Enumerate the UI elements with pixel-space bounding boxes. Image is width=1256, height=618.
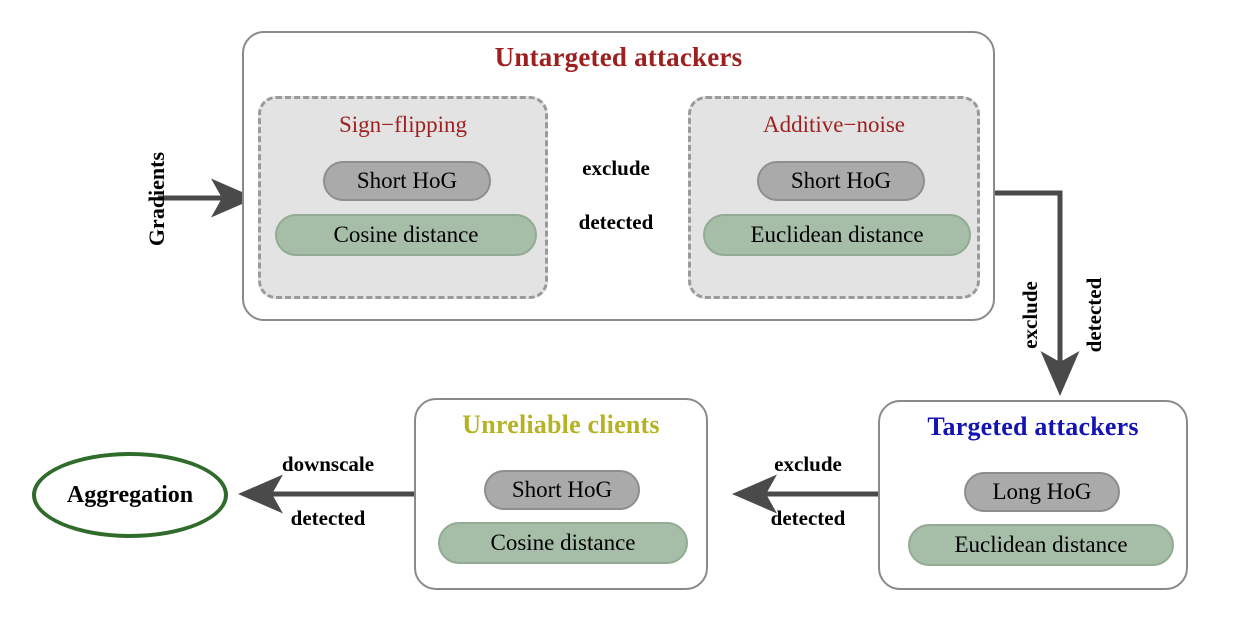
pill-label: Euclidean distance xyxy=(954,532,1128,557)
pill-euclidean-distance-targeted[interactable]: Euclidean distance xyxy=(908,524,1174,566)
subbox-additive-noise[interactable]: Additive−noise Short HoG Euclidean dista… xyxy=(688,96,980,299)
subbox-sign-flipping[interactable]: Sign−flipping Short HoG Cosine distance xyxy=(258,96,548,299)
pill-label: Short HoG xyxy=(356,168,458,193)
pill-label: Cosine distance xyxy=(333,222,479,247)
pill-label: Short HoG xyxy=(511,477,613,502)
arrow-label-exclude-3: exclude xyxy=(774,452,842,476)
arrow-label-exclude-2: exclude xyxy=(1018,281,1042,349)
arrow-label-downscale: downscale xyxy=(281,452,375,476)
group-unreliable-clients[interactable]: Unreliable clients Short HoG Cosine dist… xyxy=(414,398,708,590)
pill-label: Long HoG xyxy=(992,479,1092,504)
arrow-label-detected-2: detected xyxy=(1082,277,1106,353)
subbox-title-sign-flipping: Sign−flipping xyxy=(339,112,467,137)
diagram-canvas: Gradients Untargeted attackers Sign−flip… xyxy=(0,0,1256,618)
arrow-label-detected-4: detected xyxy=(290,506,366,530)
arrow-label-detected-1: detected xyxy=(578,210,654,234)
pill-cosine-distance-signflip[interactable]: Cosine distance xyxy=(275,214,537,256)
aggregation-label: Aggregation xyxy=(66,481,194,508)
arrow-label-exclude-1: exclude xyxy=(582,156,650,180)
pill-long-hog-targeted[interactable]: Long HoG xyxy=(964,472,1120,512)
group-title-untargeted: Untargeted attackers xyxy=(494,42,743,72)
pill-short-hog-signflip[interactable]: Short HoG xyxy=(323,161,491,201)
node-aggregation[interactable]: Aggregation xyxy=(32,452,228,538)
group-title-unreliable: Unreliable clients xyxy=(462,410,660,439)
pill-euclidean-distance-additive[interactable]: Euclidean distance xyxy=(703,214,971,256)
arrow-label-detected-3: detected xyxy=(770,506,846,530)
pill-short-hog-unreliable[interactable]: Short HoG xyxy=(484,470,640,510)
group-title-targeted: Targeted attackers xyxy=(927,412,1139,441)
pill-label: Cosine distance xyxy=(490,530,636,555)
input-label-gradients: Gradients xyxy=(144,151,169,247)
pill-cosine-distance-unreliable[interactable]: Cosine distance xyxy=(438,522,688,564)
pill-label: Short HoG xyxy=(790,168,892,193)
subbox-title-additive-noise: Additive−noise xyxy=(762,112,905,137)
group-targeted-attackers[interactable]: Targeted attackers Long HoG Euclidean di… xyxy=(878,400,1188,590)
pill-short-hog-additive[interactable]: Short HoG xyxy=(757,161,925,201)
pill-label: Euclidean distance xyxy=(750,222,924,247)
